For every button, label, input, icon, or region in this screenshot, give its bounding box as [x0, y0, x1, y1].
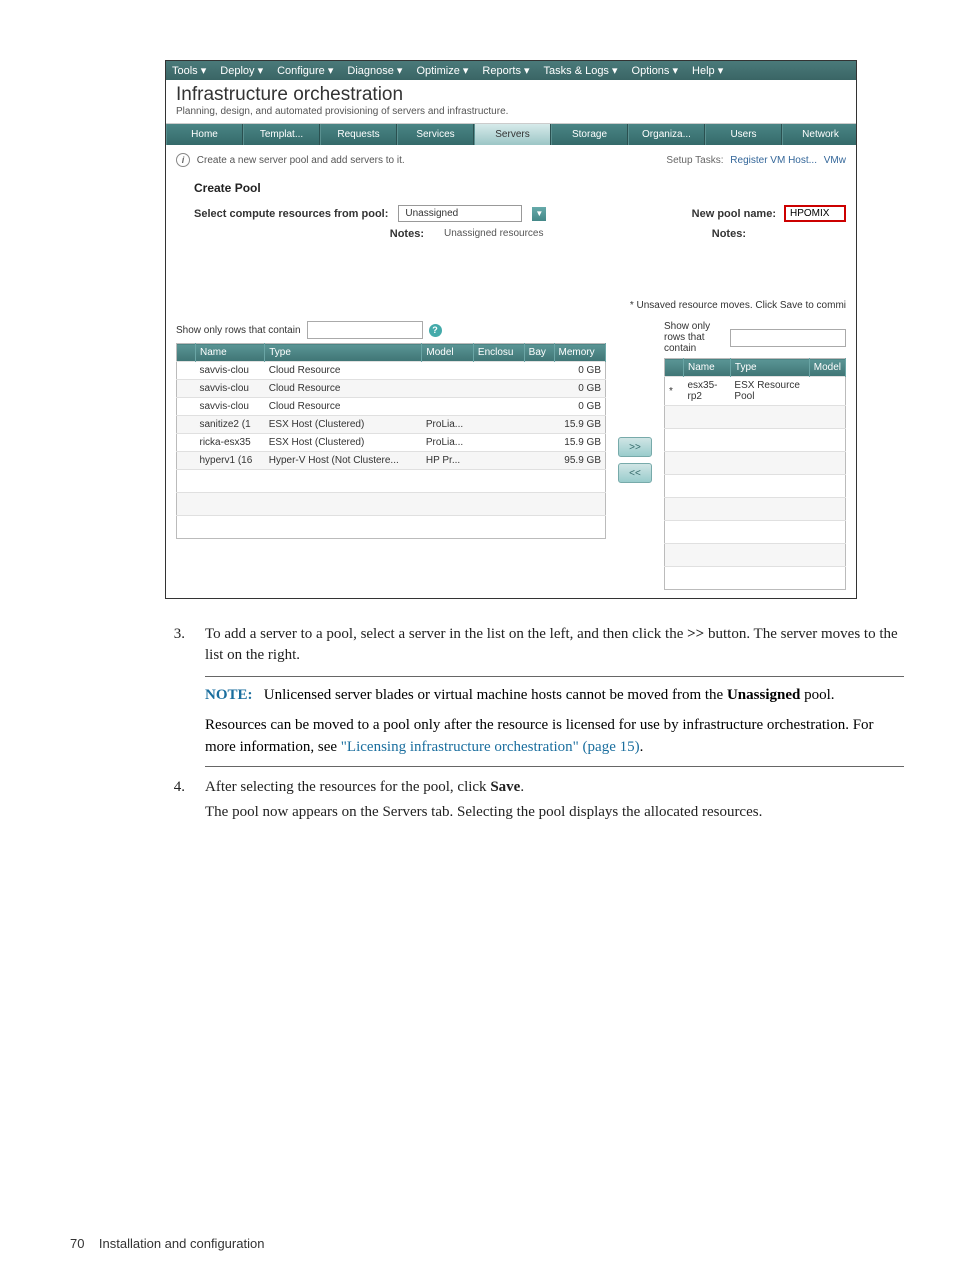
tab-requests[interactable]: Requests — [320, 124, 397, 145]
table-row[interactable]: hyperv1 (16Hyper-V Host (Not Clustere...… — [177, 452, 606, 470]
setup-tasks: Setup Tasks: Register VM Host... VMw — [666, 155, 846, 166]
tab-network[interactable]: Network — [782, 124, 857, 145]
menu-tasks-logs[interactable]: Tasks & Logs ▾ — [544, 64, 618, 77]
table-row[interactable]: ricka-esx35ESX Host (Clustered)ProLia...… — [177, 434, 606, 452]
table-row[interactable]: sanitize2 (1ESX Host (Clustered)ProLia..… — [177, 416, 606, 434]
filter-input-left[interactable] — [307, 321, 423, 339]
tab-home[interactable]: Home — [166, 124, 243, 145]
tab-templates[interactable]: Templat... — [243, 124, 320, 145]
tab-row: Home Templat... Requests Services Server… — [166, 124, 856, 145]
table-row[interactable]: *esx35-rp2ESX Resource Pool — [665, 377, 846, 406]
move-left-button[interactable]: << — [618, 463, 652, 483]
new-pool-name-input[interactable] — [784, 205, 846, 222]
note-box: NOTE: Unlicensed server blades or virtua… — [205, 676, 904, 767]
new-pool-label: New pool name: — [692, 208, 776, 220]
menu-optimize[interactable]: Optimize ▾ — [416, 64, 468, 77]
step-4-text: After selecting the resources for the po… — [205, 777, 762, 823]
filter-label-left: Show only rows that contain — [176, 325, 301, 336]
unsaved-warning: * Unsaved resource moves. Click Save to … — [606, 300, 846, 311]
menu-tools[interactable]: Tools ▾ — [172, 64, 206, 77]
table-row[interactable]: savvis-clouCloud Resource0 GB — [177, 362, 606, 380]
step-4-number: 4. — [165, 777, 185, 823]
tab-organization[interactable]: Organiza... — [628, 124, 705, 145]
notes-label-left: Notes: — [194, 228, 424, 240]
menu-diagnose[interactable]: Diagnose ▾ — [347, 64, 402, 77]
menu-configure[interactable]: Configure ▾ — [277, 64, 333, 77]
page-title: Infrastructure orchestration — [176, 84, 846, 106]
tab-storage[interactable]: Storage — [551, 124, 628, 145]
app-screenshot: Tools ▾ Deploy ▾ Configure ▾ Diagnose ▾ … — [165, 60, 857, 599]
dropdown-arrow-icon[interactable]: ▼ — [532, 207, 546, 221]
tab-servers[interactable]: Servers — [474, 124, 551, 145]
table-row[interactable]: savvis-clouCloud Resource0 GB — [177, 380, 606, 398]
menu-deploy[interactable]: Deploy ▾ — [220, 64, 263, 77]
tab-services[interactable]: Services — [397, 124, 474, 145]
pool-select[interactable]: Unassigned — [398, 205, 522, 222]
move-right-button[interactable]: >> — [618, 437, 652, 457]
filter-label-right: Show only rows that contain — [664, 321, 724, 354]
table-row[interactable]: savvis-clouCloud Resource0 GB — [177, 398, 606, 416]
right-resources-table: Name Type Model *esx35-rp2ESX Resource P… — [664, 358, 846, 590]
page-subtitle: Planning, design, and automated provisio… — [176, 106, 846, 117]
select-pool-label: Select compute resources from pool: — [194, 208, 388, 220]
filter-input-right[interactable] — [730, 329, 846, 347]
left-resources-table: Name Type Model Enclosu Bay Memory savvi… — [176, 343, 606, 539]
step-3-text: To add a server to a pool, select a serv… — [205, 624, 904, 666]
page-footer: 70 Installation and configuration — [70, 1236, 264, 1251]
notes-value-left: Unassigned resources — [444, 228, 544, 240]
help-icon[interactable]: ? — [429, 324, 442, 337]
tab-users[interactable]: Users — [705, 124, 782, 145]
menu-options[interactable]: Options ▾ — [632, 64, 679, 77]
link-vmw[interactable]: VMw — [824, 155, 846, 166]
page-title-bar: Infrastructure orchestration Planning, d… — [166, 80, 856, 124]
create-pool-heading: Create Pool — [194, 181, 846, 195]
menubar: Tools ▾ Deploy ▾ Configure ▾ Diagnose ▾ … — [166, 61, 856, 80]
menu-reports[interactable]: Reports ▾ — [482, 64, 529, 77]
info-text: Create a new server pool and add servers… — [197, 155, 405, 166]
notes-label-right: Notes: — [606, 228, 746, 240]
step-3-number: 3. — [165, 624, 185, 666]
menu-help[interactable]: Help ▾ — [692, 64, 723, 77]
link-licensing[interactable]: "Licensing infrastructure orchestration"… — [341, 739, 640, 755]
info-icon: i — [176, 153, 190, 167]
link-register-vm-host[interactable]: Register VM Host... — [730, 155, 817, 166]
